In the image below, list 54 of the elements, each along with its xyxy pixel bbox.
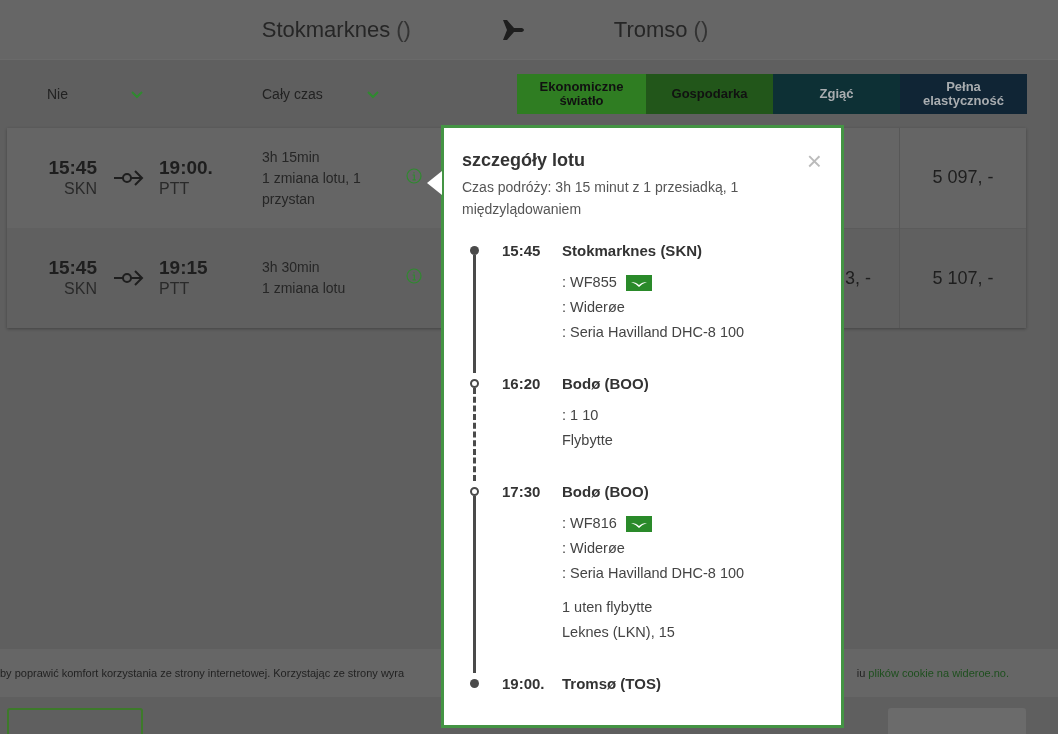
stop-detail: : Seria Havilland DHC-8 100 <box>562 564 746 583</box>
stop-detail: 1 uten flybytte <box>562 598 654 617</box>
airport-code: SKN <box>64 179 97 199</box>
stop-detail: Flybytte <box>562 431 614 450</box>
city-name: Stokmarknes <box>261 16 391 43</box>
stop-detail: : Widerøe <box>562 539 626 558</box>
cookie-notice-text: by poprawić komfort korzystania ze strony internetowej. Korzystając ze strony wyra <box>0 667 405 679</box>
fare-column-header: Ekonomiczne światło <box>517 74 646 114</box>
airport-code: () <box>693 16 709 43</box>
stop-detail: : 1 10 <box>562 406 600 425</box>
fare-column-header: Zgiąć <box>773 74 900 114</box>
fare-price: 5 107, - <box>932 267 994 289</box>
flight-duration: 3h 15min <box>262 147 321 167</box>
airline-logo-icon <box>625 515 652 532</box>
stop-name: Stokmarknes (SKN) <box>562 241 704 261</box>
flight-changes: 1 zmiana lotu, 1 przystan <box>262 168 362 209</box>
stop-time: 15:45 <box>502 241 542 261</box>
airport-code: () <box>396 16 411 43</box>
city-name: Tromso <box>613 16 688 43</box>
travel-summary: Czas podróży: 3h 15 minut z 1 przesiadką, 1 międzylądowaniem <box>462 178 740 219</box>
flight-changes: 1 zmiana lotu <box>262 279 347 298</box>
fare-column-header: Gospodarka <box>646 74 773 114</box>
airline-logo-icon <box>625 274 652 291</box>
departure-time: 15:45 <box>48 157 97 178</box>
stop-detail: Leknes (LKN), 15 <box>562 623 676 642</box>
departure-time: 15:45 <box>48 257 97 278</box>
stop-name: Bodø (BOO) <box>562 482 650 502</box>
fare-column-header: Pełna elastyczność <box>900 74 1027 114</box>
filter-dropdown[interactable]: Nie <box>47 86 143 102</box>
stop-time: 17:30 <box>502 482 542 502</box>
popover-title: szczegóły lotu <box>462 149 586 171</box>
fare-price: 5 097, - <box>932 167 994 188</box>
chevron-icon[interactable] <box>367 89 379 99</box>
stop-name: Tromsø (TOS) <box>562 674 662 694</box>
stop-time: 19:00. <box>502 674 546 694</box>
chevron-icon[interactable] <box>131 89 143 99</box>
filter-dropdown[interactable]: Cały czas <box>262 86 379 102</box>
arrival-time: 19:00. <box>159 157 214 178</box>
stop-detail: : Widerøe <box>562 298 626 317</box>
fare-price: 3, - <box>845 267 871 289</box>
cookie-policy-link[interactable]: plików cookie na wideroe.no. <box>868 667 1009 679</box>
close-button[interactable]: × <box>806 150 822 172</box>
airport-code: PTT <box>159 179 191 199</box>
stop-detail: : Seria Havilland DHC-8 100 <box>562 323 746 342</box>
arrival-time: 19:15 <box>159 257 209 278</box>
flight-number: : WF855 <box>562 273 617 292</box>
outline-button[interactable] <box>7 708 143 734</box>
stop-time: 16:20 <box>502 374 542 394</box>
cookie-notice-text: iu plików cookie na wideroe.no. <box>856 667 1009 679</box>
flight-number: : WF816 <box>562 514 617 533</box>
info-icon[interactable] <box>406 168 422 184</box>
info-icon[interactable] <box>406 268 422 284</box>
stop-name: Bodø (BOO) <box>562 374 650 394</box>
flight-duration: 3h 30min <box>262 258 321 277</box>
